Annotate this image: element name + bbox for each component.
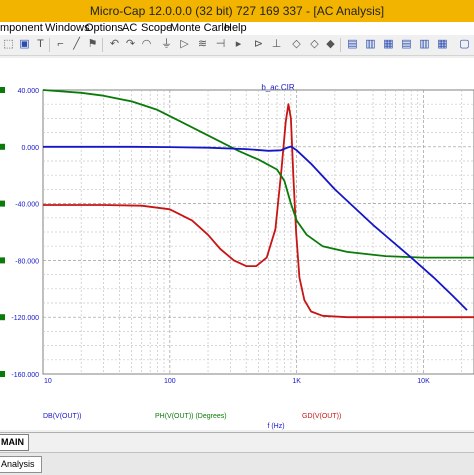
x-axis-label: f (Hz) [267,423,284,430]
menu-monte-carlo[interactable]: Monte Carlo [170,22,230,35]
y-tick-label: 0.000 [21,145,39,152]
x-tick-label: 10 [44,378,52,385]
diagonal-wire-icon[interactable]: ╱ [70,38,83,51]
y-tick-label: 40.000 [18,88,40,95]
toolbar: ⬚ ▣ T ⌐ ╱ ⚑ ↶ ↷ ◠ ⏚ ▷ ≋ ⊣ ▸ ⊳ ⊥ ◇ ◇ ◆ ▤ … [0,35,474,56]
menu-component[interactable]: mponent [0,22,43,35]
legend-phase-label: PH(V(OUT)) (Degrees) [155,413,227,420]
grid-icon[interactable]: ◆ [324,38,337,51]
menu-help[interactable]: Help [224,22,247,35]
cursor-icon[interactable]: ◇ [290,38,303,51]
window-tab-strip: Analysis [0,452,474,475]
menu-options[interactable]: Options [85,22,123,35]
phase-axis-marker [0,143,5,150]
tile-icon[interactable]: ▥ [364,38,377,51]
table-icon[interactable]: ▤ [346,38,359,51]
x-tick-label: 10K [417,378,430,385]
cascade-icon[interactable]: ▦ [382,38,395,51]
scale-icon[interactable]: ⊥ [270,38,283,51]
legend-gd-label: GD(V(OUT)) [302,413,341,420]
ac-analysis-plot[interactable]: b_ac.CIR 40.000 0.000 -40.000 -80.000 -120.0… [0,58,474,430]
y-tick-label: -40.000 [15,202,39,209]
title-bar: Micro-Cap 12.0.0.0 (32 bit) 727 169 337 … [0,0,474,22]
window-title: Micro-Cap 12.0.0.0 (32 bit) 727 169 337 … [89,4,385,18]
tab-main[interactable]: MAIN [0,434,29,451]
phase-axis-marker [0,314,5,321]
x-axis-labels: 10 100 1K 10K [44,378,430,385]
plot-window[interactable]: b_ac.CIR 40.000 0.000 -40.000 -80.000 -120.0… [0,58,474,430]
y-tick-label: -120.000 [11,315,39,322]
plot-icon[interactable]: ◇ [308,38,321,51]
cascade-icon[interactable]: ▥ [418,38,431,51]
capacitor-icon[interactable]: ⊣ [214,38,227,51]
plot-grid [42,89,474,375]
phase-axis-marker [0,200,5,207]
ground-icon[interactable]: ⏚ [160,38,173,51]
series-line-db [43,145,468,311]
y-axis-labels: 40.000 0.000 -40.000 -80.000 -120.000 -160.00… [0,87,39,379]
menu-windows[interactable]: Windows [45,22,90,35]
undo-arc-icon[interactable]: ↶ [108,38,121,51]
wire-icon[interactable]: ⌐ [54,38,67,51]
plot-title: b_ac.CIR [261,83,295,92]
x-tick-label: 1K [292,378,301,385]
tab-analysis[interactable]: Analysis [0,456,42,473]
image-icon[interactable]: ▣ [18,38,31,51]
toolbar-separator [102,38,103,52]
arrow-icon[interactable]: ⬚ [2,38,15,51]
arc-icon[interactable]: ◠ [140,38,153,51]
text-icon[interactable]: T [34,38,47,51]
menu-scope[interactable]: Scope [141,22,172,35]
flag-icon[interactable]: ⚑ [86,38,99,51]
legend-db-label: DB(V(OUT)) [43,413,82,420]
page-tab-strip: MAIN [0,432,474,451]
npn-icon[interactable]: ⊳ [252,38,265,51]
gate-icon[interactable]: ▷ [178,38,191,51]
phase-axis-marker [0,87,5,93]
menu-ac[interactable]: AC [122,22,137,35]
table-icon[interactable]: ▦ [436,38,449,51]
menu-bar: mponent Windows Options AC Scope Monte C… [0,22,474,35]
maximize-icon[interactable]: ▢ [458,38,471,51]
tile-icon[interactable]: ▤ [400,38,413,51]
toolbar-separator [49,38,50,52]
phase-axis-marker [0,371,5,377]
redo-arc-icon[interactable]: ↷ [124,38,137,51]
y-tick-label: -80.000 [15,258,39,265]
resistor-icon[interactable]: ≋ [196,38,209,51]
diode-icon[interactable]: ▸ [232,38,245,51]
toolbar-separator [340,38,341,52]
phase-axis-marker [0,257,5,264]
x-tick-label: 100 [164,378,176,385]
y-tick-label: -160.000 [11,372,39,379]
